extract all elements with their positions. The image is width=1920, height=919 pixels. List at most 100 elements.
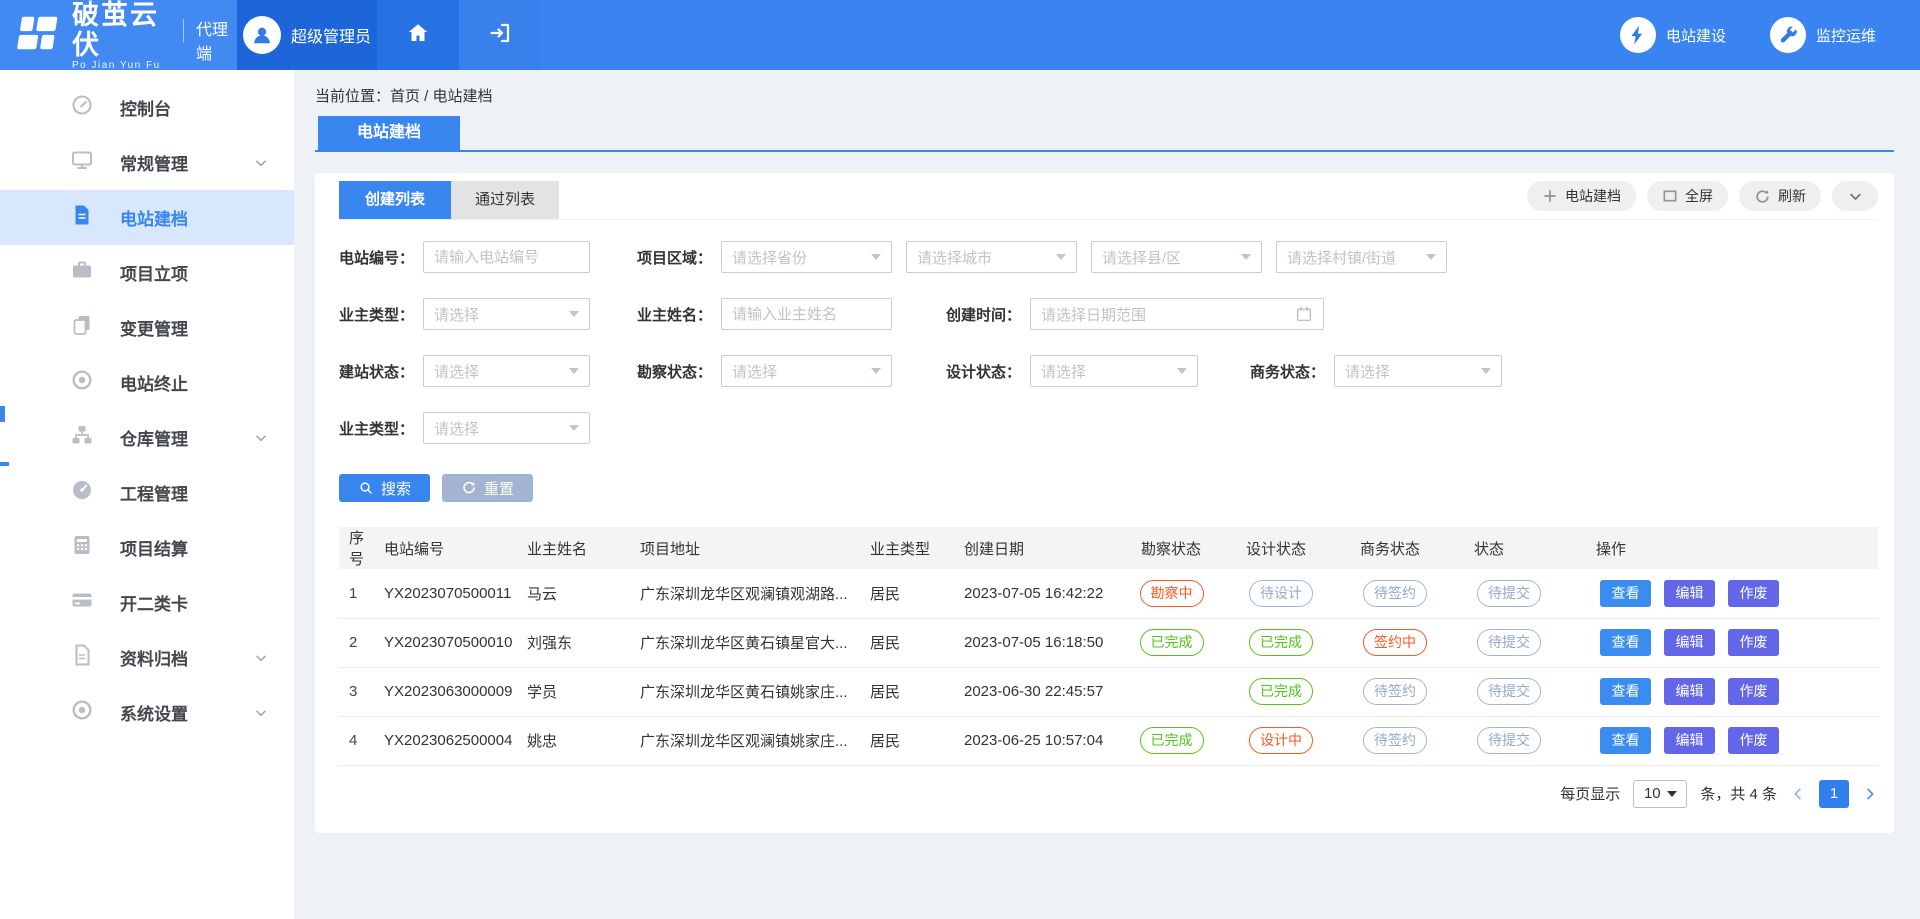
void-button[interactable]: 作废 xyxy=(1728,727,1779,754)
per-page-label: 每页显示 xyxy=(1560,783,1620,804)
file-icon xyxy=(70,643,94,672)
sidebar-item-data-archive[interactable]: 资料归档 xyxy=(0,630,294,685)
view-button[interactable]: 查看 xyxy=(1600,727,1651,754)
sidebar-item-system-settings[interactable]: 系统设置 xyxy=(0,685,294,740)
sidebar-scroll-indicator xyxy=(0,406,5,422)
build-status-select[interactable]: 请选择 xyxy=(423,355,590,387)
village-select[interactable]: 请选择村镇/街道 xyxy=(1276,241,1447,273)
field-business-status: 商务状态： 请选择 xyxy=(1250,355,1502,387)
owner-type-select[interactable]: 请选择 xyxy=(423,298,590,330)
province-placeholder: 请选择省份 xyxy=(732,247,807,268)
sidebar-item-general-mgmt[interactable]: 常规管理 xyxy=(0,135,294,190)
city-placeholder: 请选择城市 xyxy=(917,247,992,268)
page-number-current[interactable]: 1 xyxy=(1819,780,1849,808)
chevron-down-icon xyxy=(1056,254,1066,260)
edit-button[interactable]: 编辑 xyxy=(1664,727,1715,754)
field-region-province: 项目区域： 请选择省份 xyxy=(637,241,892,273)
field-survey-status: 勘察状态： 请选择 xyxy=(637,355,892,387)
cell-owner: 马云 xyxy=(519,569,632,618)
province-select[interactable]: 请选择省份 xyxy=(721,241,892,273)
sidebar-item-label: 开二类卡 xyxy=(120,590,188,615)
date-range-picker[interactable]: 请选择日期范围 xyxy=(1030,298,1324,330)
view-button[interactable]: 查看 xyxy=(1600,678,1651,705)
county-select[interactable]: 请选择县/区 xyxy=(1091,241,1262,273)
nav-station-build[interactable]: 电站建设 xyxy=(1620,0,1726,70)
per-page-select[interactable]: 10 xyxy=(1633,780,1687,808)
user-menu[interactable]: 超级管理员 xyxy=(237,0,377,70)
view-button[interactable]: 查看 xyxy=(1600,580,1651,607)
build-status-label: 建站状态： xyxy=(339,361,423,382)
page-tab-station-archive[interactable]: 电站建档 xyxy=(318,116,460,150)
survey-status-select[interactable]: 请选择 xyxy=(721,355,892,387)
status-badge: 设计中 xyxy=(1249,727,1313,754)
cell-owner-type: 居民 xyxy=(862,569,956,618)
edit-button[interactable]: 编辑 xyxy=(1664,580,1715,607)
owner-name-label: 业主姓名： xyxy=(637,304,721,325)
business-status-label: 商务状态： xyxy=(1250,361,1334,382)
owner-type-2-placeholder: 请选择 xyxy=(434,418,479,439)
filter-actions: 搜索 重置 xyxy=(339,474,1878,502)
owner-type-2-select[interactable]: 请选择 xyxy=(423,412,590,444)
chevron-left-icon xyxy=(1790,786,1806,802)
sidebar-item-project-initiation[interactable]: 项目立项 xyxy=(0,245,294,300)
tab-passed-list[interactable]: 通过列表 xyxy=(451,181,559,219)
logo-icon xyxy=(16,12,62,59)
county-placeholder: 请选择县/区 xyxy=(1102,247,1181,268)
cell-seq: 3 xyxy=(339,667,376,716)
station-no-input[interactable] xyxy=(423,241,590,273)
user-name: 超级管理员 xyxy=(291,23,371,47)
cell-address: 广东深圳龙华区观澜镇观湖路... xyxy=(632,569,862,618)
sidebar-item-label: 工程管理 xyxy=(120,480,188,505)
col-created: 创建日期 xyxy=(956,527,1119,569)
create-time-label: 创建时间： xyxy=(946,304,1030,325)
void-button[interactable]: 作废 xyxy=(1728,678,1779,705)
business-status-select[interactable]: 请选择 xyxy=(1334,355,1502,387)
void-button[interactable]: 作废 xyxy=(1728,580,1779,607)
calendar-icon xyxy=(1295,305,1313,323)
field-owner-type: 业主类型： 请选择 xyxy=(339,298,590,330)
nav-monitor-ops[interactable]: 监控运维 xyxy=(1770,0,1876,70)
top-bar: 破茧云伏 Po Jian Yun Fu 代理端 超级管理员 xyxy=(0,0,1920,70)
cell-address: 广东深圳龙华区黄石镇星官大... xyxy=(632,618,862,667)
status-badge: 待签约 xyxy=(1363,678,1427,705)
edit-button[interactable]: 编辑 xyxy=(1664,629,1715,656)
sidebar-item-warehouse-mgmt[interactable]: 仓库管理 xyxy=(0,410,294,465)
add-station-button[interactable]: 电站建档 xyxy=(1527,181,1636,211)
refresh-button[interactable]: 刷新 xyxy=(1739,181,1821,211)
prev-page-button[interactable] xyxy=(1790,786,1806,802)
sidebar-item-station-terminate[interactable]: 电站终止 xyxy=(0,355,294,410)
filter-form: 电站编号： 项目区域： 请选择省份 请选择城市 请选择县/区 请选择村镇/街道 … xyxy=(339,241,1878,444)
chevron-down-icon xyxy=(1848,189,1863,204)
design-status-select[interactable]: 请选择 xyxy=(1030,355,1198,387)
next-page-button[interactable] xyxy=(1862,786,1878,802)
city-select[interactable]: 请选择城市 xyxy=(906,241,1077,273)
sidebar-item-change-mgmt[interactable]: 变更管理 xyxy=(0,300,294,355)
fullscreen-button[interactable]: 全屏 xyxy=(1647,181,1728,211)
void-button[interactable]: 作废 xyxy=(1728,629,1779,656)
table-row: 2 YX2023070500010 刘强东 广东深圳龙华区黄石镇星官大... 居… xyxy=(339,618,1878,667)
filter-row-1: 电站编号： 项目区域： 请选择省份 请选择城市 请选择县/区 请选择村镇/街道 xyxy=(339,241,1878,273)
sidebar-item-station-archive[interactable]: 电站建档 xyxy=(0,190,294,245)
survey-status-placeholder: 请选择 xyxy=(732,361,777,382)
date-range-placeholder: 请选择日期范围 xyxy=(1041,304,1146,325)
nav-station-build-label: 电站建设 xyxy=(1666,25,1726,46)
field-owner-type-2: 业主类型： 请选择 xyxy=(339,412,590,444)
table-row: 3 YX2023063000009 学员 广东深圳龙华区黄石镇姚家庄... 居民… xyxy=(339,667,1878,716)
owner-name-input[interactable] xyxy=(721,298,892,330)
search-button[interactable]: 搜索 xyxy=(339,474,430,502)
field-create-time: 创建时间： 请选择日期范围 xyxy=(946,298,1324,330)
col-survey-status: 勘察状态 xyxy=(1119,527,1224,569)
reset-button[interactable]: 重置 xyxy=(442,474,533,502)
field-build-status: 建站状态： 请选择 xyxy=(339,355,590,387)
tab-create-list[interactable]: 创建列表 xyxy=(339,181,451,219)
view-button[interactable]: 查看 xyxy=(1600,629,1651,656)
logout-button[interactable] xyxy=(459,0,541,70)
sidebar-item-type2-card[interactable]: 开二类卡 xyxy=(0,575,294,630)
sidebar-item-project-settlement[interactable]: 项目结算 xyxy=(0,520,294,575)
sidebar-item-engineering-mgmt[interactable]: 工程管理 xyxy=(0,465,294,520)
collapse-toolbar-button[interactable] xyxy=(1832,181,1878,211)
sidebar-item-dashboard[interactable]: 控制台 xyxy=(0,80,294,135)
chevron-down-icon xyxy=(871,254,881,260)
edit-button[interactable]: 编辑 xyxy=(1664,678,1715,705)
home-button[interactable] xyxy=(377,0,459,70)
